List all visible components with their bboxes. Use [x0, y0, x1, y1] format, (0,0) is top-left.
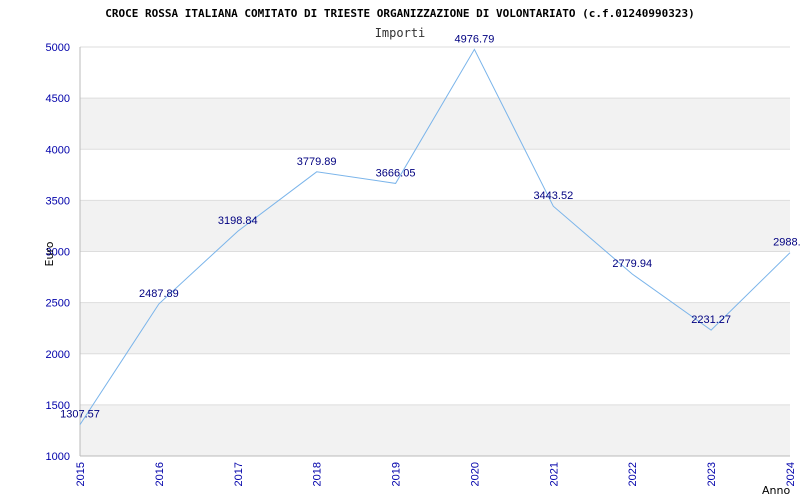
background-band [80, 47, 790, 99]
data-label: 2487.89 [139, 288, 179, 300]
data-label: 3666.05 [376, 167, 416, 179]
background-band [80, 149, 790, 201]
background-band [80, 353, 790, 405]
data-label: 4976.79 [455, 33, 495, 45]
x-axis-label: Anno [762, 484, 790, 497]
data-label: 3198.84 [218, 215, 258, 227]
data-label: 2779.94 [612, 258, 652, 270]
data-label: 2988.4 [773, 237, 800, 249]
background-band [80, 200, 790, 252]
x-tick-label: 2015 [75, 462, 87, 486]
x-tick-label: 2021 [548, 462, 560, 486]
y-tick-label: 1000 [46, 451, 70, 463]
data-label: 1307.57 [60, 409, 100, 421]
x-tick-label: 2019 [391, 462, 403, 486]
line-chart: 100015002000250030003500400045005000 201… [43, 7, 800, 497]
background-band [80, 251, 790, 303]
x-tick-label: 2023 [706, 462, 718, 486]
data-label: 2231.27 [691, 314, 731, 326]
y-tick-label: 4500 [46, 93, 70, 105]
data-label: 3443.52 [533, 190, 573, 202]
chart-subtitle: Importi [375, 26, 426, 40]
x-tick-label: 2017 [233, 462, 245, 486]
y-tick-label: 5000 [46, 42, 70, 54]
y-axis-label: Euro [43, 241, 56, 266]
chart-title: CROCE ROSSA ITALIANA COMITATO DI TRIESTE… [105, 7, 694, 20]
x-tick-labels: 2015 2016 2017 2018 2019 2020 2021 2022 2023 2024 [75, 462, 797, 486]
y-tick-label: 4000 [46, 144, 70, 156]
x-tick-label: 2020 [469, 462, 481, 486]
background-band [80, 98, 790, 150]
x-tick-label: 2024 [785, 462, 797, 486]
y-tick-label: 2000 [46, 349, 70, 361]
background-band [80, 404, 790, 456]
x-tick-label: 2022 [627, 462, 639, 486]
x-tick-label: 2016 [154, 462, 166, 486]
y-tick-label: 2500 [46, 298, 70, 310]
y-tick-label: 3500 [46, 195, 70, 207]
x-tick-label: 2018 [312, 462, 324, 486]
data-label: 3779.89 [297, 156, 337, 168]
